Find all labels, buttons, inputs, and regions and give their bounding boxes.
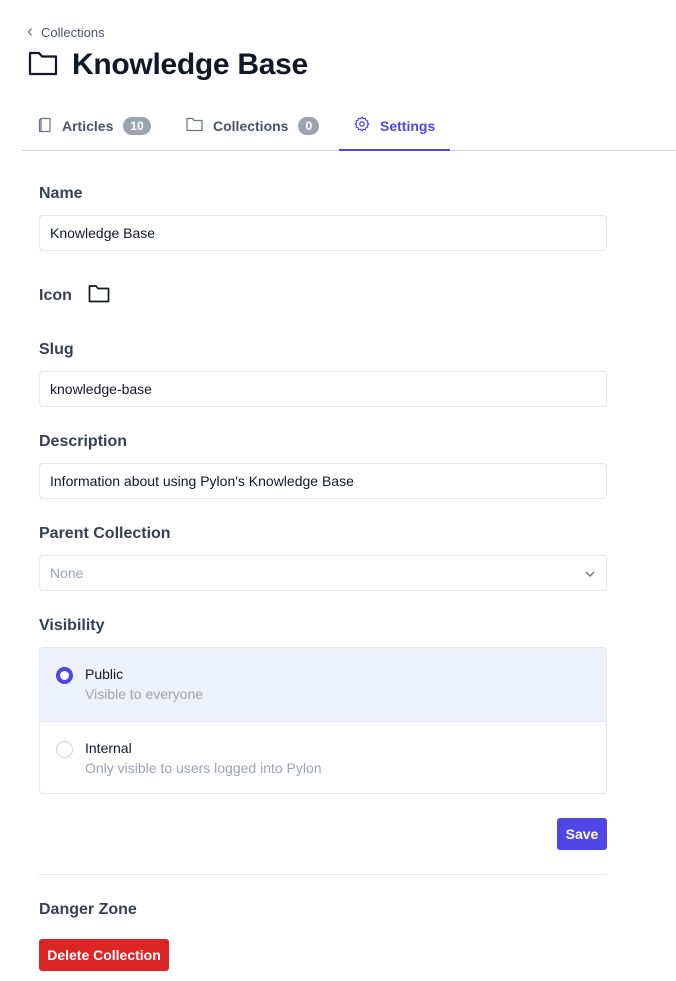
- visibility-label: Visibility: [39, 617, 105, 634]
- parent-collection-value: None: [50, 565, 84, 581]
- danger-zone-title: Danger Zone: [39, 901, 137, 918]
- tab-settings-label: Settings: [380, 117, 436, 134]
- visibility-radio-group: Public Visible to everyone Internal Only…: [39, 647, 607, 794]
- icon-field: Icon: [39, 284, 110, 308]
- slug-label: Slug: [39, 341, 74, 358]
- tab-bar: Articles 10 Collections 0 Settings: [22, 102, 676, 151]
- save-button[interactable]: Save: [557, 818, 607, 850]
- name-input[interactable]: Knowledge Base: [39, 215, 607, 251]
- visibility-option-public[interactable]: Public Visible to everyone: [40, 648, 606, 722]
- parent-collection-label: Parent Collection: [39, 525, 171, 542]
- chevron-down-icon: [584, 565, 596, 581]
- visibility-option-title: Public: [85, 666, 124, 682]
- radio-internal[interactable]: [56, 741, 73, 758]
- article-icon: [38, 117, 52, 136]
- visibility-option-internal[interactable]: Internal Only visible to users logged in…: [40, 722, 606, 793]
- articles-count-badge: 10: [123, 117, 151, 135]
- tab-collections[interactable]: Collections 0: [186, 102, 320, 150]
- breadcrumb[interactable]: Collections: [26, 25, 105, 40]
- page-header: Knowledge Base: [28, 48, 308, 82]
- collections-count-badge: 0: [298, 117, 320, 135]
- visibility-option-subtitle: Only visible to users logged into Pylon: [85, 760, 322, 776]
- folder-icon[interactable]: [88, 284, 110, 308]
- tab-collections-label: Collections: [213, 118, 289, 134]
- delete-collection-button[interactable]: Delete Collection: [39, 939, 169, 971]
- divider: [39, 874, 607, 875]
- radio-public[interactable]: [56, 667, 73, 684]
- chevron-left-icon: [26, 26, 35, 40]
- page-title: Knowledge Base: [72, 48, 308, 81]
- breadcrumb-label[interactable]: Collections: [41, 25, 105, 40]
- tab-settings[interactable]: Settings: [339, 102, 451, 151]
- slug-input[interactable]: knowledge-base: [39, 371, 607, 407]
- folder-icon: [28, 50, 58, 81]
- name-input-value: Knowledge Base: [50, 225, 156, 241]
- gear-icon: [354, 116, 370, 135]
- slug-input-value: knowledge-base: [50, 381, 152, 397]
- visibility-option-title: Internal: [85, 740, 132, 756]
- description-label: Description: [39, 433, 128, 450]
- parent-collection-select[interactable]: None: [39, 555, 607, 591]
- tab-articles[interactable]: Articles 10: [38, 102, 151, 150]
- name-label: Name: [39, 185, 83, 202]
- description-input-value: Information about using Pylon's Knowledg…: [50, 473, 354, 489]
- visibility-option-subtitle: Visible to everyone: [85, 686, 204, 702]
- folder-icon: [186, 117, 203, 135]
- icon-label: Icon: [39, 287, 72, 304]
- tab-articles-label: Articles: [62, 118, 114, 134]
- description-input[interactable]: Information about using Pylon's Knowledg…: [39, 463, 607, 499]
